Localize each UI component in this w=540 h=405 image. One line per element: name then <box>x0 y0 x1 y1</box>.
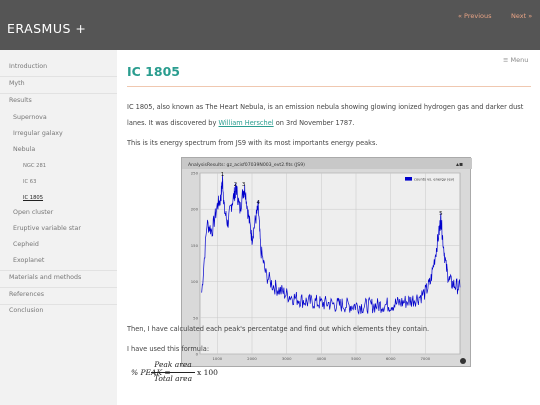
sidebar-item-ic-1805[interactable]: IC 1805 <box>23 195 43 201</box>
peak-label: 1 <box>221 172 225 178</box>
sidebar-divider <box>0 304 117 305</box>
formula-numerator: Peak area <box>154 360 192 369</box>
site-title[interactable]: ERASMUS + <box>7 21 86 36</box>
next-link[interactable]: Next » <box>511 12 532 20</box>
sidebar-item-results[interactable]: Results <box>9 97 32 104</box>
intro-text-end: on 3rd November 1787. <box>273 118 355 127</box>
peak-label: 4 <box>256 200 260 206</box>
y-tick-label: 200 <box>191 207 199 212</box>
sidebar-item-irregular-galaxy[interactable]: Irregular galaxy <box>13 130 63 137</box>
chart-window-title: AnalysisResults: gz_acisf07039N003_evt2.… <box>188 162 305 168</box>
sidebar-item-supernova[interactable]: Supernova <box>13 114 47 121</box>
sidebar-divider <box>0 287 117 288</box>
spectrum-intro-text: This is its energy spectrum from JS9 wit… <box>127 139 378 147</box>
formula-fraction-bar <box>151 372 195 373</box>
sidebar-item-eruptive-variable-star[interactable]: Eruptive variable star <box>13 225 81 232</box>
formula-intro-text: I have used this formula: <box>127 345 210 353</box>
peak-label: 3 <box>242 182 246 188</box>
sidebar-item-myth[interactable]: Myth <box>9 80 25 87</box>
main-content: ≡ Menu IC 1805 IC 1805, also known as Th… <box>117 50 540 405</box>
settings-gear-icon <box>460 358 466 364</box>
peak-label: 5 <box>439 211 443 217</box>
sidebar-item-ngc-281[interactable]: NGC 281 <box>23 163 46 169</box>
menu-button[interactable]: ≡ Menu <box>503 56 528 64</box>
y-tick-label: 250 <box>191 171 199 176</box>
chart-window-controls-icon: ▴▪ <box>456 161 463 168</box>
page-title: IC 1805 <box>127 64 180 79</box>
sidebar-divider <box>0 93 117 94</box>
y-tick-label: 150 <box>191 243 199 248</box>
sidebar-item-introduction[interactable]: Introduction <box>9 63 47 70</box>
sidebar: Introduction Myth Results Supernova Irre… <box>0 50 117 405</box>
title-divider <box>127 86 531 87</box>
formula-denominator: Total area <box>153 374 193 383</box>
y-tick-label: 50 <box>193 315 198 320</box>
y-tick-label: 100 <box>191 279 199 284</box>
sidebar-item-conclusion[interactable]: Conclusion <box>9 307 43 314</box>
legend-label: counts vs. energy (ev) <box>414 177 455 181</box>
sidebar-item-references[interactable]: References <box>9 291 44 298</box>
calculation-text: Then, I have calculated each peak's perc… <box>127 325 430 333</box>
intro-paragraph: IC 1805, also known as The Heart Nebula,… <box>127 100 533 131</box>
sidebar-divider <box>0 76 117 77</box>
william-herschel-link[interactable]: William Herschel <box>219 119 274 127</box>
sidebar-item-cepheid[interactable]: Cepheid <box>13 241 39 248</box>
sidebar-item-nebula[interactable]: Nebula <box>13 146 35 153</box>
sidebar-item-exoplanet[interactable]: Exoplanet <box>13 257 44 264</box>
sidebar-divider <box>0 270 117 271</box>
peak-label: 2 <box>234 182 238 188</box>
legend-swatch <box>405 177 412 181</box>
formula-tail: x 100 <box>197 368 218 377</box>
sidebar-item-ic-63[interactable]: IC 63 <box>23 179 36 185</box>
sidebar-item-open-cluster[interactable]: Open cluster <box>13 209 53 216</box>
sidebar-item-materials-and-methods[interactable]: Materials and methods <box>9 274 81 281</box>
previous-link[interactable]: « Previous <box>458 12 492 20</box>
site-header: ERASMUS + « Previous Next » <box>0 0 540 50</box>
